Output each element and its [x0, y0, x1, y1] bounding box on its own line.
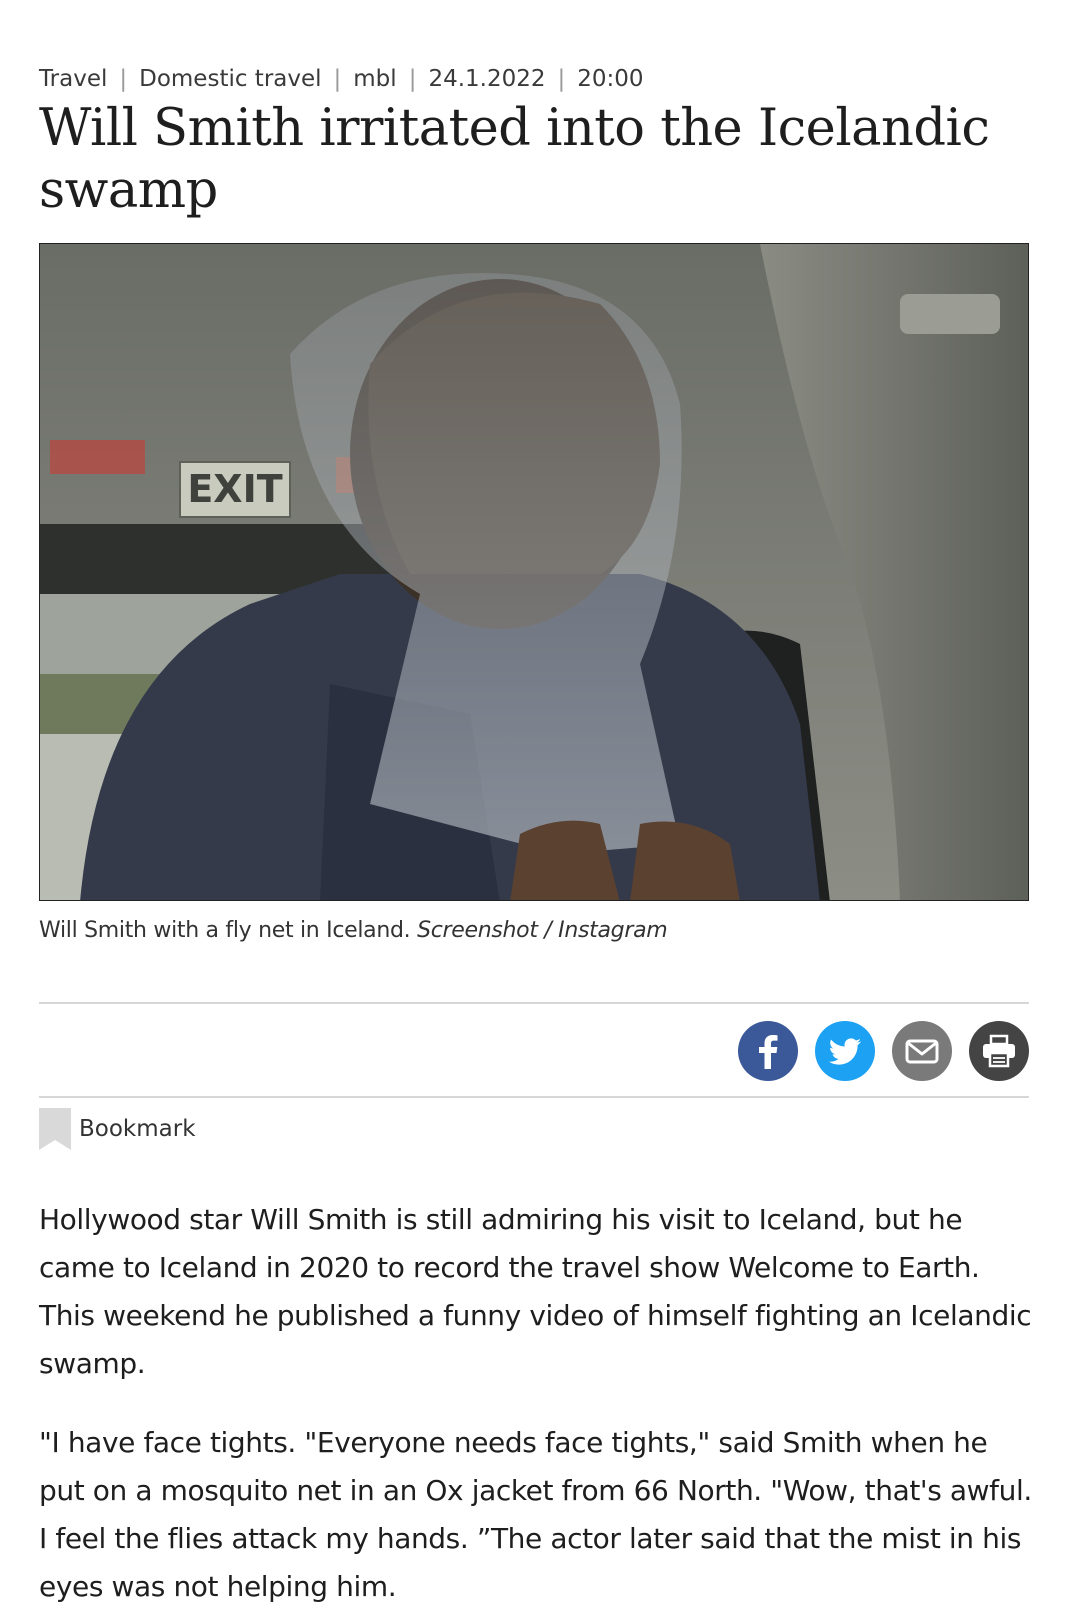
twitter-icon	[828, 1038, 861, 1065]
twitter-share-button[interactable]	[815, 1021, 875, 1081]
divider-bottom	[39, 1096, 1029, 1098]
share-bar	[738, 1021, 1029, 1081]
breadcrumb-source: mbl	[353, 66, 397, 92]
breadcrumb-separator: |	[333, 66, 342, 92]
facebook-icon	[759, 1035, 778, 1069]
article-paragraph: Hollywood star Will Smith is still admir…	[39, 1203, 1032, 1380]
breadcrumb-time: 20:00	[577, 66, 644, 92]
breadcrumb-date: 24.1.2022	[428, 66, 546, 92]
email-icon	[905, 1039, 939, 1064]
photo-illustration: EXIT	[40, 244, 1028, 900]
article-photo: EXIT	[39, 243, 1029, 901]
breadcrumb-separator: |	[408, 66, 417, 92]
breadcrumb-separator: |	[557, 66, 566, 92]
bookmark-icon	[39, 1108, 71, 1150]
article-page: Travel | Domestic travel | mbl | 24.1.20…	[0, 0, 1071, 1618]
breadcrumb: Travel | Domestic travel | mbl | 24.1.20…	[39, 66, 644, 92]
print-icon	[983, 1034, 1015, 1068]
divider-top	[39, 1002, 1029, 1004]
breadcrumb-travel[interactable]: Travel	[39, 66, 107, 92]
bookmark-button[interactable]: Bookmark	[39, 1108, 196, 1150]
breadcrumb-domestic-travel[interactable]: Domestic travel	[139, 66, 321, 92]
bookmark-label: Bookmark	[79, 1116, 196, 1142]
photo-caption: Will Smith with a fly net in Iceland. Sc…	[39, 918, 668, 943]
article-title: Will Smith irritated into the Icelandic …	[39, 99, 990, 220]
caption-credit: Screenshot / Instagram	[417, 918, 668, 943]
print-button[interactable]	[969, 1021, 1029, 1081]
exit-sign-text: EXIT	[187, 467, 282, 511]
facebook-share-button[interactable]	[738, 1021, 798, 1081]
caption-text: Will Smith with a fly net in Iceland.	[39, 918, 411, 943]
article-paragraph: "I have face tights. "Everyone needs fac…	[39, 1426, 1032, 1603]
email-share-button[interactable]	[892, 1021, 952, 1081]
breadcrumb-separator: |	[119, 66, 128, 92]
